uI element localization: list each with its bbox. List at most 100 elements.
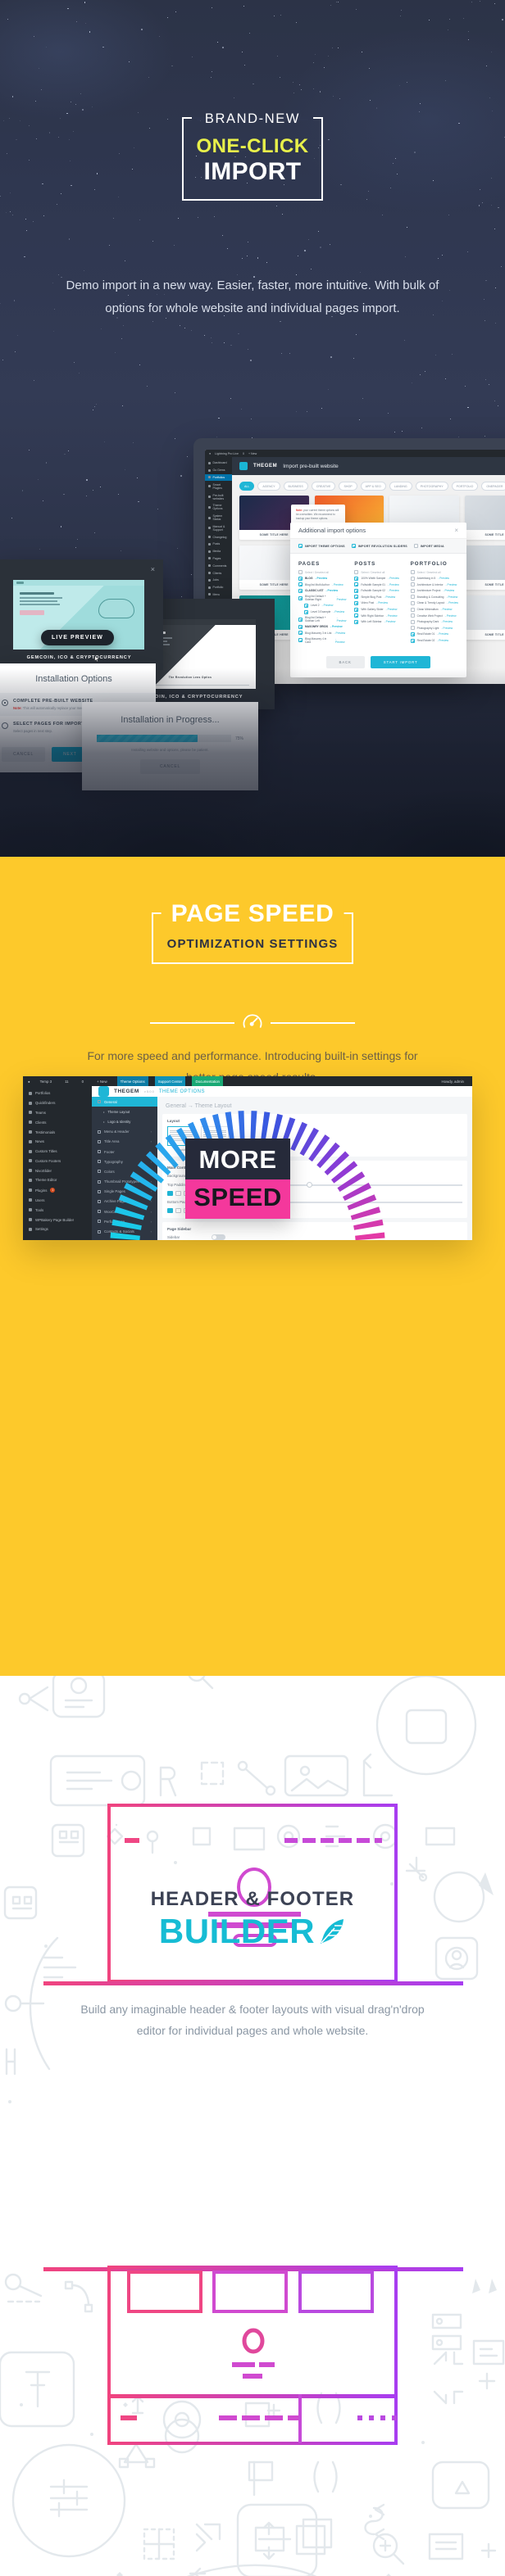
gem-filter-tab[interactable]: PHOTOGRAPHY	[415, 482, 448, 491]
dialog-option[interactable]: IMPORT REVOLUTION SLIDERS	[351, 544, 407, 548]
checkbox-icon[interactable]	[354, 576, 359, 581]
device-tablet-icon[interactable]	[175, 1191, 181, 1196]
checkbox-icon[interactable]	[354, 613, 359, 618]
gem-filter-tab[interactable]: SHOP	[339, 482, 357, 491]
wp-menu-item[interactable]: Clients	[23, 1117, 92, 1127]
gem-nav-item[interactable]: Thumbnail Prototypes ›	[92, 1177, 157, 1187]
checkbox-icon[interactable]	[410, 607, 415, 612]
checkbox-icon[interactable]	[298, 638, 303, 643]
checkbox-icon[interactable]	[354, 595, 359, 600]
checkbox-icon[interactable]	[413, 544, 418, 548]
dialog-item[interactable]: Blog Masonry 4 in Card - Preview	[298, 637, 346, 644]
checkbox-icon[interactable]	[410, 613, 415, 618]
dialog-item[interactable]: Video Post - Preview	[354, 600, 402, 605]
checkbox-icon[interactable]	[410, 595, 415, 600]
checkbox-icon[interactable]	[354, 570, 359, 574]
dialog-item[interactable]: Fullwidth Sample 01- Preview	[354, 582, 402, 587]
gem-filter-tab[interactable]: AGENCY	[257, 482, 280, 491]
wp-menu-item[interactable]: Clients	[205, 569, 232, 577]
checkbox-icon[interactable]	[410, 570, 415, 574]
checkbox-icon[interactable]	[410, 632, 415, 636]
checkbox-icon[interactable]	[298, 582, 303, 587]
gem-filter-tab[interactable]: APP & SEO	[360, 482, 386, 491]
dialog-import-options[interactable]: IMPORT THEME OPTIONS IMPORT REVOLUTION SL…	[290, 539, 466, 554]
dialog-item[interactable]: 100% Width Sample - Preview	[354, 576, 402, 581]
dialog-item[interactable]: Photography Light - Preview	[410, 626, 458, 631]
dialog-option[interactable]: IMPORT THEME OPTIONS	[298, 544, 345, 548]
preview-link[interactable]: - Preview	[330, 625, 342, 628]
wp-menu-item[interactable]: NivoSlider	[23, 1166, 92, 1175]
adminbar-new[interactable]: + New	[93, 1076, 111, 1086]
gem-nav-item[interactable]: Menu & Header ›	[92, 1127, 157, 1137]
wp-menu-item[interactable]: Comments	[205, 562, 232, 569]
dialog-item[interactable]: With Left Sidebar - Preview	[354, 619, 402, 624]
wp-menu-item[interactable]: Go Gems	[205, 467, 232, 474]
checkbox-icon[interactable]	[298, 544, 303, 548]
device-desktop-icon[interactable]	[167, 1191, 173, 1196]
slider-knob[interactable]	[307, 1181, 313, 1188]
preview-link[interactable]: - Preview	[441, 608, 453, 611]
wp-menu-item[interactable]: Posts	[205, 541, 232, 548]
checkbox-icon[interactable]	[298, 624, 303, 629]
gem-nav-item[interactable]: Single Pages ›	[92, 1187, 157, 1197]
preview-link[interactable]: - Preview	[388, 577, 399, 580]
wp-menu-item[interactable]: Tools	[23, 1205, 92, 1215]
dialog-item[interactable]: Creative Web Project - Preview	[410, 613, 458, 618]
dialog-item[interactable]: Blog Masonry 3 in List - Preview	[298, 631, 346, 636]
checkbox-icon[interactable]	[354, 619, 359, 624]
gem-nav-item[interactable]: Contacts & Socials ›	[92, 1226, 157, 1236]
dialog-option[interactable]: IMPORT MEDIA	[413, 544, 444, 548]
dialog-item[interactable]: Simple Blog Post - Preview	[354, 595, 402, 600]
dialog-item[interactable]: Advertising in 5- Preview	[410, 576, 458, 581]
device-desktop-icon[interactable]	[167, 1208, 173, 1213]
checkbox-icon[interactable]	[298, 631, 303, 636]
wp-menu-item[interactable]: System Status	[205, 513, 232, 523]
live-preview-badge[interactable]: LIVE PREVIEW	[41, 630, 114, 645]
dialog-item[interactable]: With Right Sidebar - Preview	[354, 613, 402, 618]
wp-menu-item[interactable]: Teams	[23, 1108, 92, 1118]
wp-menu-item[interactable]: Settings	[23, 1225, 92, 1234]
wp-menu-item[interactable]: WPBakery Page Builder	[23, 1215, 92, 1225]
wp-new-button[interactable]: + New	[248, 452, 257, 455]
close-icon[interactable]: ×	[454, 527, 458, 534]
wp-menu-item[interactable]: News	[23, 1137, 92, 1147]
preview-link[interactable]: - Preview	[386, 608, 398, 611]
checkbox-icon[interactable]	[304, 603, 308, 608]
dialog-item[interactable]: With Gallery Slider - Preview	[354, 607, 402, 612]
wp-menu-item[interactable]: Pages	[205, 555, 232, 563]
wp-menu-item[interactable]: Custom Titles	[23, 1147, 92, 1157]
wp-menu-item[interactable]: Custom Footers	[23, 1156, 92, 1166]
gem-filter-tab[interactable]: LANDING	[389, 482, 412, 491]
checkbox-icon[interactable]	[298, 588, 303, 593]
checkbox-icon[interactable]	[410, 582, 415, 587]
preview-link[interactable]: - Preview	[333, 610, 344, 613]
sidebar-toggle[interactable]	[212, 1234, 225, 1240]
close-icon[interactable]: ×	[151, 566, 155, 573]
wp-menu-item[interactable]: Users	[23, 1196, 92, 1206]
gem-filter-tabs[interactable]: ALL AGENCY BUSINESS CREATIVE SHOP APP & SEO LA…	[232, 475, 505, 496]
preview-link[interactable]: - Preview	[322, 604, 334, 607]
wp-menu-item[interactable]: Plugins 1	[23, 1185, 92, 1196]
gem-nav-item[interactable]: Typography ›	[92, 1157, 157, 1166]
gem-nav-item[interactable]: Colors ›	[92, 1166, 157, 1176]
wp-menu-item[interactable]: Portfolios	[23, 1089, 92, 1098]
select-all-row[interactable]: Select / Deselect all	[354, 570, 402, 574]
wp-menu-item[interactable]: Changelog	[205, 533, 232, 541]
gem-nav-item[interactable]: General ›	[92, 1097, 157, 1107]
gem-nav-item[interactable]: • Logo & Identity	[92, 1116, 157, 1126]
preview-link[interactable]: - Preview	[437, 639, 448, 642]
back-button[interactable]: BACK	[325, 655, 365, 668]
dialog-item[interactable]: Blog list Default + Sidebar Right - Previ…	[298, 595, 346, 601]
checkbox-icon[interactable]	[354, 607, 359, 612]
gem-filter-tab[interactable]: CREATIVE	[311, 482, 336, 491]
gem-filter-tab[interactable]: ALL	[239, 482, 255, 491]
checkbox-icon[interactable]	[298, 570, 303, 574]
checkbox-icon[interactable]	[298, 595, 303, 600]
preview-link[interactable]: - Preview	[384, 620, 396, 623]
dialog-item[interactable]: Architecture & Interior - Preview	[410, 582, 458, 587]
checkbox-icon[interactable]	[410, 576, 415, 581]
dialog-item[interactable]: Level 3 Example - Preview	[298, 609, 346, 614]
device-tablet-icon[interactable]	[175, 1208, 181, 1213]
gem-nav-item[interactable]: Footer ›	[92, 1147, 157, 1157]
preview-link[interactable]: - Preview	[437, 632, 448, 636]
